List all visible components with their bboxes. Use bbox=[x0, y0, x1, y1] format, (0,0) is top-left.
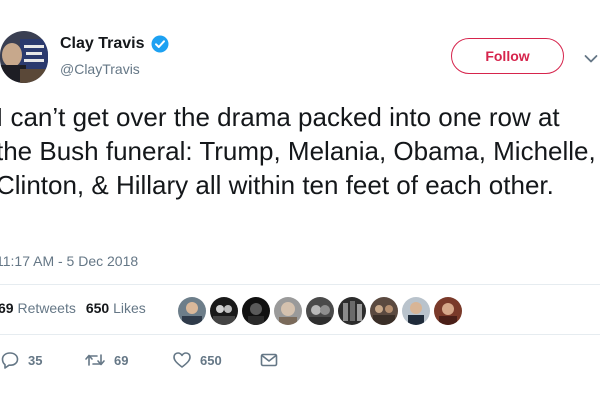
heart-icon bbox=[172, 350, 192, 370]
retweets-stat-label: Retweets bbox=[17, 300, 76, 316]
liker-avatar[interactable] bbox=[305, 296, 335, 326]
retweet-button[interactable]: 69 bbox=[84, 350, 128, 370]
like-button[interactable]: 650 bbox=[172, 350, 222, 370]
liker-avatar[interactable] bbox=[433, 296, 463, 326]
retweets-stat-count: 69 bbox=[0, 300, 14, 316]
direct-message-button[interactable] bbox=[259, 350, 279, 370]
liker-avatars bbox=[177, 296, 463, 326]
retweet-icon bbox=[84, 350, 106, 370]
tweet-stats: 69 Retweets 650 Likes bbox=[0, 300, 146, 316]
author-avatar[interactable] bbox=[0, 31, 48, 83]
liker-avatar[interactable] bbox=[273, 296, 303, 326]
tweet-timestamp[interactable]: 11:17 AM - 5 Dec 2018 bbox=[0, 253, 138, 269]
tweet-actions: 35 69 650 bbox=[0, 350, 600, 374]
verified-badge-icon bbox=[151, 35, 169, 53]
retweet-count: 69 bbox=[114, 352, 129, 368]
divider bbox=[0, 334, 600, 335]
tweet-card: Clay Travis @ClayTravis Follow I can’t g… bbox=[0, 0, 600, 400]
envelope-icon bbox=[259, 350, 279, 370]
like-count: 650 bbox=[200, 352, 222, 368]
likes-stat[interactable]: 650 Likes bbox=[86, 300, 146, 316]
liker-avatar[interactable] bbox=[209, 296, 239, 326]
likes-stat-label: Likes bbox=[113, 300, 146, 316]
liker-avatar[interactable] bbox=[241, 296, 271, 326]
liker-avatar[interactable] bbox=[401, 296, 431, 326]
author-display-name[interactable]: Clay Travis bbox=[60, 35, 145, 53]
liker-avatar[interactable] bbox=[369, 296, 399, 326]
retweets-stat[interactable]: 69 Retweets bbox=[0, 300, 76, 316]
divider bbox=[0, 284, 600, 285]
tweet-text: I can’t get over the drama packed into o… bbox=[0, 102, 596, 200]
follow-button[interactable]: Follow bbox=[451, 38, 564, 74]
chevron-down-icon[interactable] bbox=[584, 51, 598, 63]
reply-count: 35 bbox=[28, 352, 43, 368]
reply-button[interactable]: 35 bbox=[0, 350, 42, 370]
liker-avatar[interactable] bbox=[177, 296, 207, 326]
author-handle[interactable]: @ClayTravis bbox=[60, 61, 140, 77]
reply-icon bbox=[0, 350, 20, 370]
liker-avatar[interactable] bbox=[337, 296, 367, 326]
likes-stat-count: 650 bbox=[85, 300, 110, 316]
